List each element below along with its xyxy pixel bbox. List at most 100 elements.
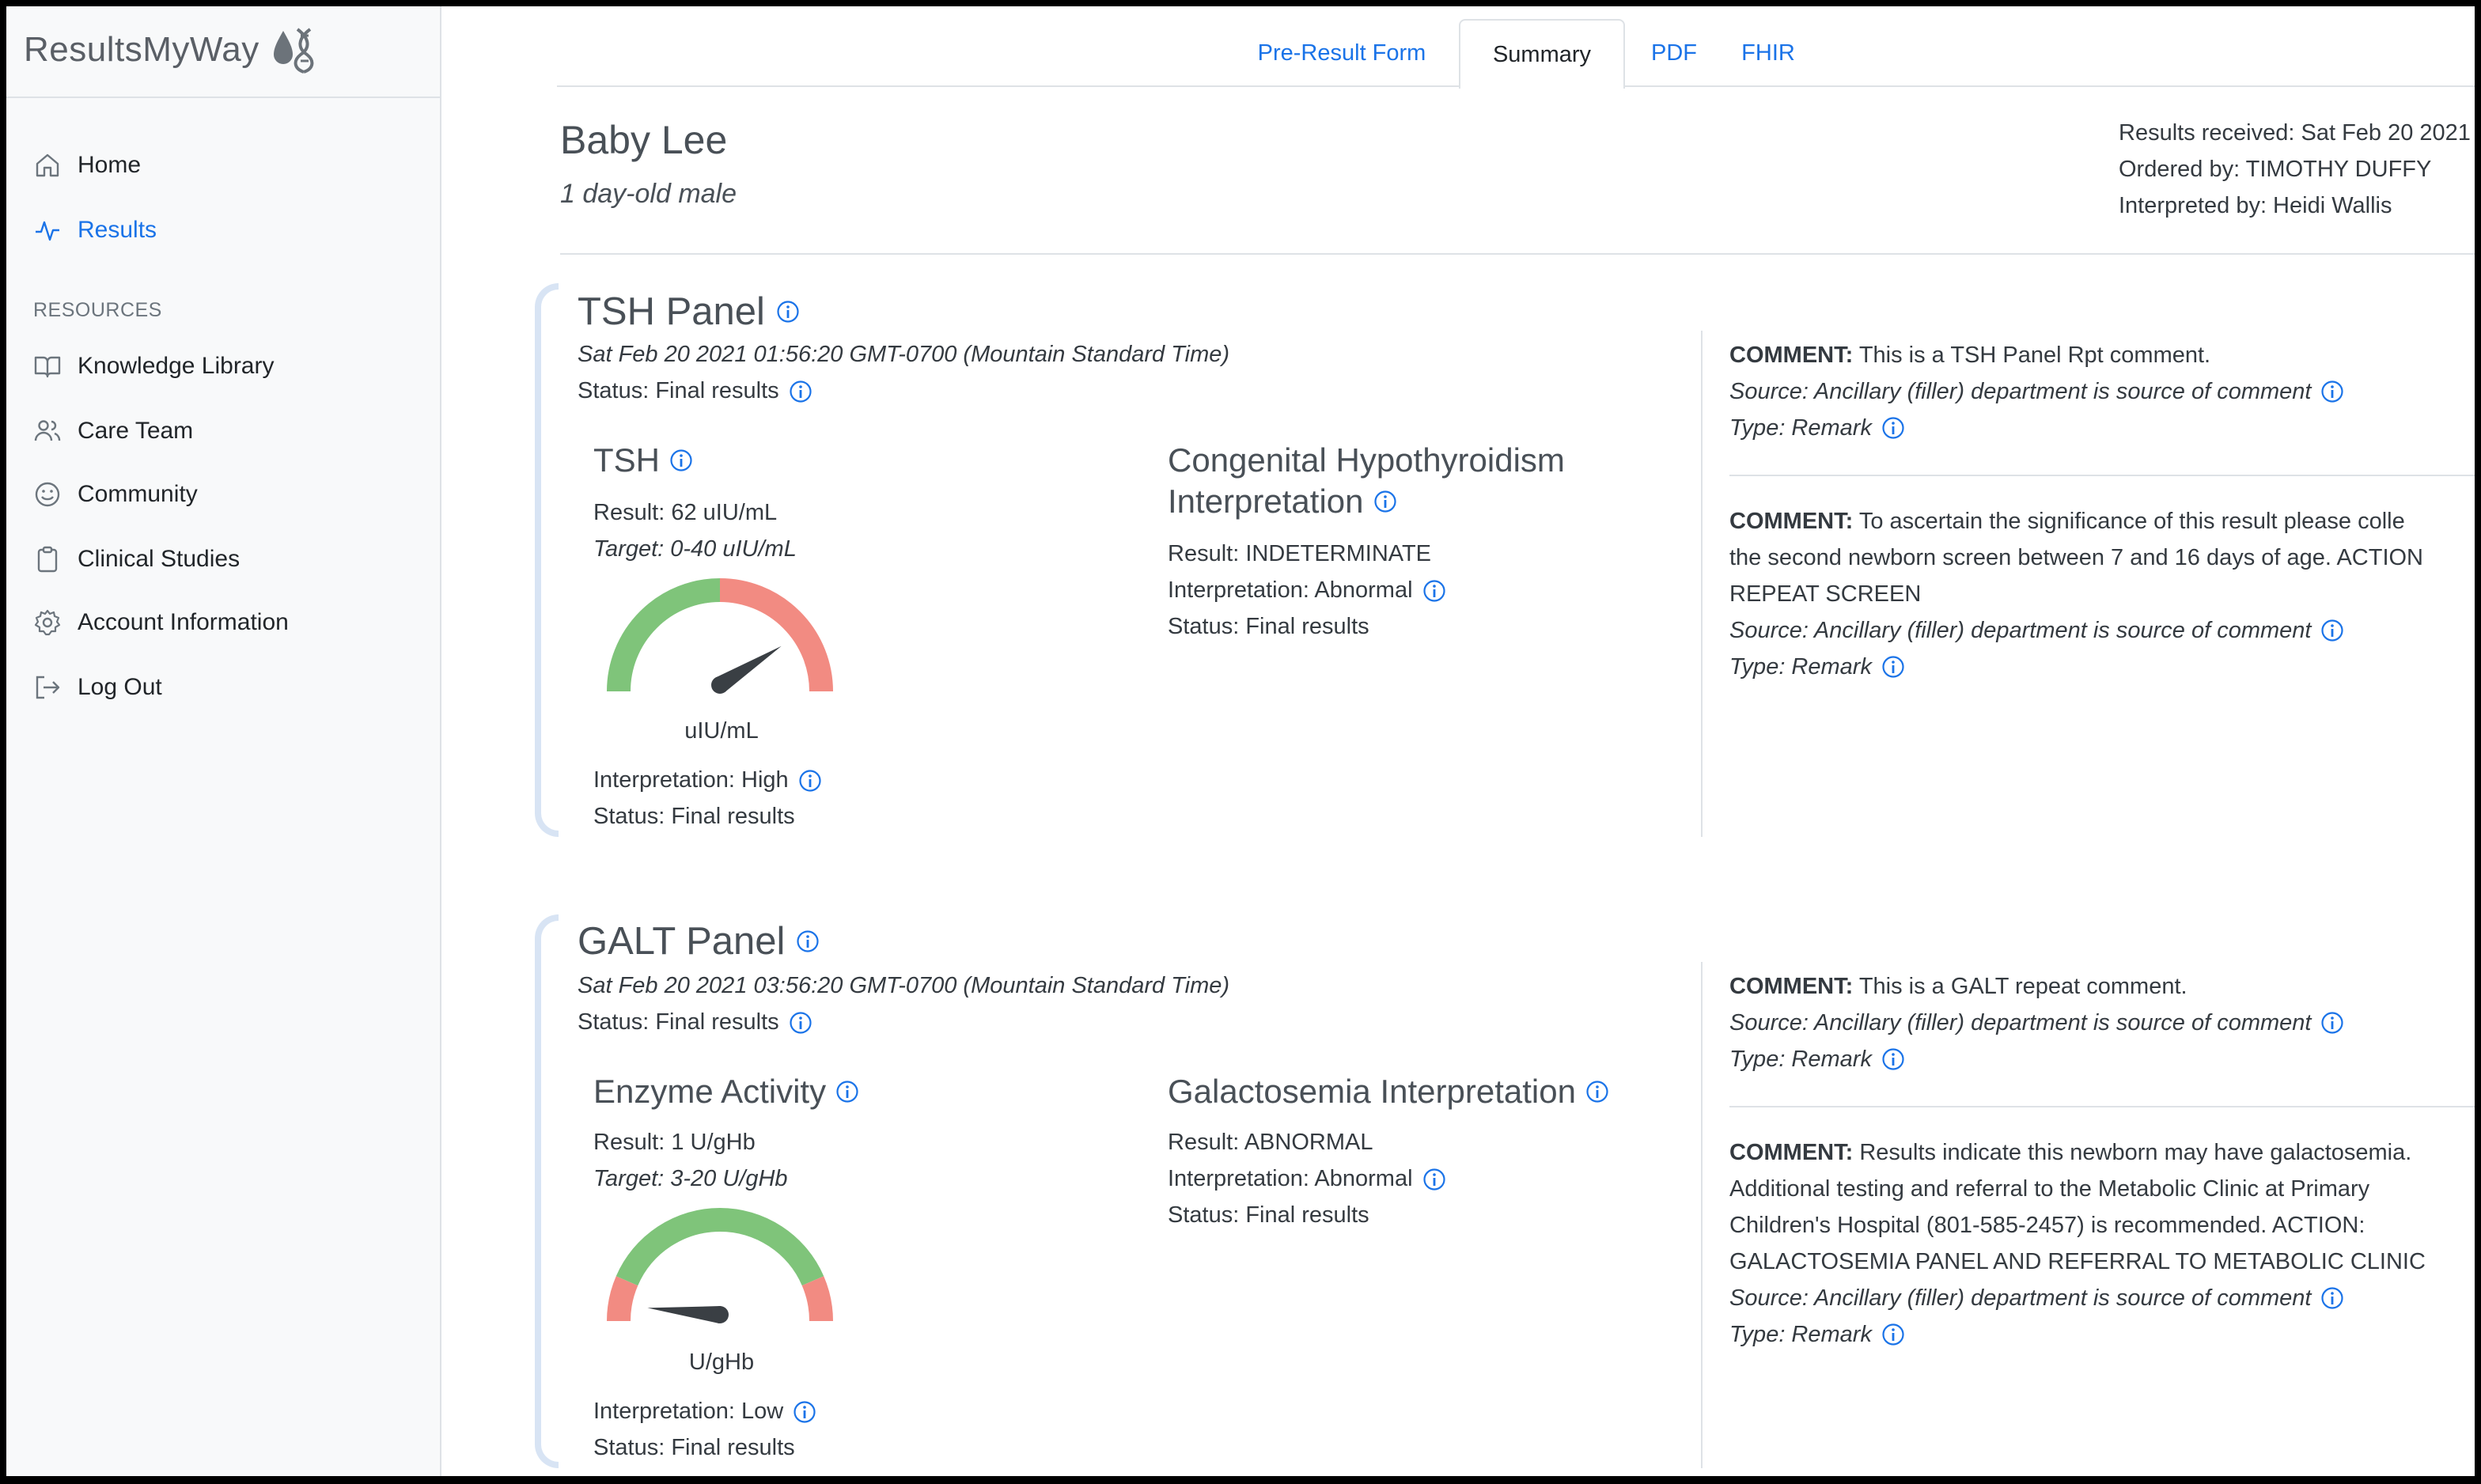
test-interpretation-text: Interpretation: Low: [593, 1399, 784, 1424]
comment-line: Results indicate this newborn may have g…: [1859, 1140, 2412, 1165]
comment-source: Source: Ancillary (filler) department is…: [1729, 1005, 2344, 1041]
test-status: Status: Final results: [593, 1435, 795, 1460]
sidebar-item-knowledge-library[interactable]: Knowledge Library: [33, 346, 274, 386]
panel-title-text: TSH Panel: [578, 290, 765, 333]
header-divider: [560, 253, 2475, 255]
sidebar-item-account-information[interactable]: Account Information: [33, 603, 289, 642]
comment-source-text: Source: Ancillary (filler) department is…: [1729, 618, 2312, 643]
comment-block: COMMENT: To ascertain the significance o…: [1729, 503, 2423, 685]
test-interpretation-text: Interpretation: High: [593, 767, 789, 793]
info-icon[interactable]: [796, 929, 820, 953]
test-result: Result: 62 uIU/mL: [593, 500, 778, 525]
gauge-hub: [711, 1306, 729, 1323]
interpretation-value: Interpretation: Abnormal: [1168, 1166, 1446, 1192]
gauge-needle: [647, 1306, 722, 1323]
interpretation-title-line1: Galactosemia Interpretation: [1168, 1073, 1576, 1110]
resources-heading: RESOURCES: [33, 299, 162, 321]
comment-block: COMMENT: This is a GALT repeat comment. …: [1729, 968, 2344, 1077]
sidebar-item-care-team[interactable]: Care Team: [33, 411, 193, 451]
comment-line: To ascertain the significance of this re…: [1858, 509, 2405, 534]
panel-title-text: GALT Panel: [578, 920, 786, 963]
info-icon[interactable]: [793, 1400, 816, 1424]
gauge-unit: U/gHb: [688, 1350, 755, 1375]
tab-pre-result-form[interactable]: Pre-Result Form: [1231, 21, 1453, 85]
patient-age-sex: 1 day-old male: [560, 179, 737, 209]
comments-divider: [1701, 962, 1703, 1468]
comment-line: Additional testing and referral to the M…: [1729, 1176, 2370, 1202]
comment-line: This is a TSH Panel Rpt comment.: [1858, 343, 2211, 368]
comment-label: COMMENT:: [1729, 343, 1854, 368]
info-icon[interactable]: [2320, 1011, 2344, 1035]
ordered-by: Ordered by: TIMOTHY DUFFY: [2119, 157, 2432, 182]
info-icon[interactable]: [669, 449, 693, 472]
sidebar: ResultsMyWay Home Results RESOURCES Know…: [6, 6, 441, 1476]
comment-label: COMMENT:: [1729, 974, 1854, 999]
panel-status-text: Status: Final results: [578, 1009, 779, 1035]
comment-line: GALACTOSEMIA PANEL AND REFERRAL TO METAB…: [1729, 1249, 2426, 1274]
comment-block: COMMENT: This is a TSH Panel Rpt comment…: [1729, 337, 2344, 446]
test-result: Result: 1 U/gHb: [593, 1130, 756, 1155]
comment-source-text: Source: Ancillary (filler) department is…: [1729, 1010, 2312, 1035]
sidebar-item-home[interactable]: Home: [33, 146, 141, 185]
tab-fhir[interactable]: FHIR: [1725, 21, 1812, 85]
comment-line: REPEAT SCREEN: [1729, 581, 1922, 607]
comment-type-text: Type: Remark: [1729, 1322, 1872, 1347]
sidebar-item-community[interactable]: Community: [33, 475, 198, 514]
info-icon[interactable]: [776, 300, 800, 324]
info-icon[interactable]: [1881, 655, 1905, 679]
comment-source: Source: Ancillary (filler) department is…: [1729, 373, 2344, 410]
gauge-hub: [711, 676, 729, 694]
comment-type-text: Type: Remark: [1729, 1047, 1872, 1072]
interpretation-title-line1: Congenital Hypothyroidism: [1168, 441, 1565, 479]
panel-status: Status: Final results: [578, 378, 812, 404]
info-icon[interactable]: [1422, 1168, 1446, 1191]
comment-divider: [1729, 1106, 2475, 1107]
comment-line: the second newborn screen between 7 and …: [1729, 545, 2423, 570]
tab-pdf[interactable]: PDF: [1634, 21, 1714, 85]
comment-source: Source: Ancillary (filler) department is…: [1729, 612, 2423, 649]
home-icon: [33, 151, 62, 180]
logout-icon: [33, 673, 62, 702]
comment-block: COMMENT: Results indicate this newborn m…: [1729, 1134, 2426, 1353]
tab-summary[interactable]: Summary: [1459, 19, 1625, 89]
info-icon[interactable]: [1373, 490, 1397, 513]
comment-line: Children's Hospital (801-585-2457) is re…: [1729, 1213, 2365, 1238]
test-name: Enzyme Activity: [593, 1073, 827, 1110]
comment-source: Source: Ancillary (filler) department is…: [1729, 1280, 2426, 1316]
interpretation-result: Result: ABNORMAL: [1168, 1130, 1373, 1155]
info-icon[interactable]: [2320, 1286, 2344, 1310]
sidebar-item-label: Home: [78, 152, 142, 178]
interpreted-by: Interpreted by: Heidi Wallis: [2119, 193, 2392, 218]
sidebar-item-results[interactable]: Results: [33, 210, 157, 250]
info-icon[interactable]: [789, 1011, 812, 1035]
sidebar-item-label: Community: [78, 481, 198, 507]
test-status: Status: Final results: [593, 804, 795, 829]
info-icon[interactable]: [2320, 619, 2344, 642]
patient-name: Baby Lee: [560, 118, 728, 162]
sidebar-item-clinical-studies[interactable]: Clinical Studies: [33, 539, 240, 579]
panel-title-galt: GALT Panel: [578, 919, 820, 963]
info-icon[interactable]: [2320, 380, 2344, 403]
comment-divider: [1729, 475, 2475, 476]
gauge-unit: uIU/mL: [684, 718, 759, 744]
test-interpretation: Interpretation: Low: [593, 1399, 816, 1425]
comment-type-text: Type: Remark: [1729, 654, 1872, 680]
info-icon[interactable]: [1881, 1047, 1905, 1071]
info-icon[interactable]: [1585, 1080, 1609, 1104]
app-window: ResultsMyWay Home Results RESOURCES Know…: [6, 6, 2475, 1476]
gauge-zone-low: [607, 1276, 638, 1322]
info-icon[interactable]: [789, 380, 812, 403]
comments-divider: [1701, 331, 1703, 837]
info-icon[interactable]: [1881, 1323, 1905, 1346]
sidebar-item-log-out[interactable]: Log Out: [33, 668, 162, 707]
sidebar-item-label: Log Out: [78, 674, 162, 700]
activity-icon: [33, 216, 62, 244]
test-name-enzyme-activity: Enzyme Activity: [593, 1071, 859, 1112]
interpretation-title-galactosemia: Galactosemia Interpretation: [1168, 1071, 1609, 1112]
info-icon[interactable]: [835, 1080, 859, 1104]
info-icon[interactable]: [798, 769, 822, 793]
info-icon[interactable]: [1881, 416, 1905, 440]
info-icon[interactable]: [1422, 579, 1446, 603]
smile-icon: [33, 480, 62, 509]
test-name: TSH: [593, 441, 660, 479]
